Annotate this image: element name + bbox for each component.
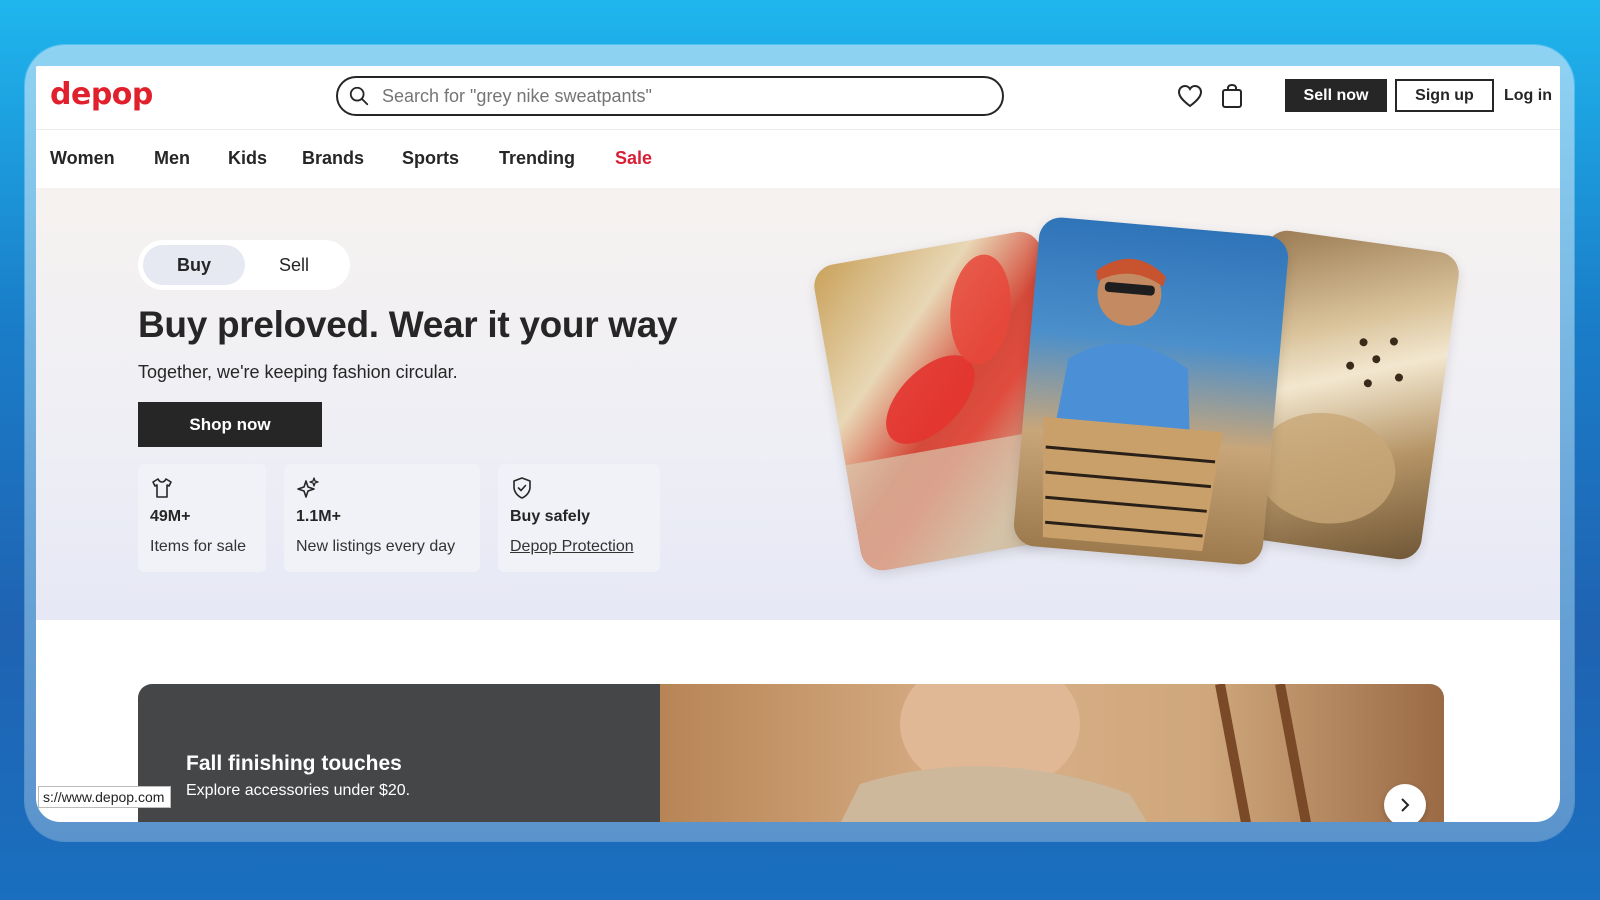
sign-up-button[interactable]: Sign up: [1395, 79, 1494, 112]
stat-card-protection: Buy safely Depop Protection: [498, 464, 660, 572]
carousel-next-button[interactable]: [1384, 784, 1426, 822]
stat-protection-value: Buy safely: [510, 508, 591, 525]
nav-item-women[interactable]: Women: [50, 148, 115, 169]
stat-card-items: 49M+ Items for sale: [138, 464, 266, 572]
nav-item-trending[interactable]: Trending: [499, 148, 575, 169]
stat-listings-value: 1.1M+: [296, 508, 341, 525]
stat-items-value: 49M+: [150, 508, 191, 525]
nav-item-brands[interactable]: Brands: [302, 148, 364, 169]
hero-image-collage: [810, 215, 1466, 598]
heart-icon[interactable]: [1176, 82, 1204, 110]
search-input[interactable]: [382, 85, 942, 107]
hero-section: Buy Sell Buy preloved. Wear it your way …: [36, 188, 1560, 620]
promo-banner-title: Fall finishing touches: [186, 752, 402, 775]
bag-icon[interactable]: [1218, 82, 1246, 110]
stat-card-listings: 1.1M+ New listings every day: [284, 464, 480, 572]
search-bar[interactable]: [336, 76, 1004, 116]
depop-protection-link[interactable]: Depop Protection: [510, 538, 634, 556]
sparkle-icon: [297, 477, 319, 498]
nav-item-men[interactable]: Men: [154, 148, 190, 169]
buy-sell-toggle: Buy Sell: [138, 240, 350, 290]
stat-listings-label: New listings every day: [296, 538, 456, 555]
nav-item-sale[interactable]: Sale: [615, 148, 652, 169]
woman-sweater-illustration: [841, 684, 1311, 822]
category-nav: Women Men Kids Brands Sports Trending Sa…: [36, 130, 1560, 188]
toggle-sell[interactable]: Sell: [243, 245, 345, 285]
woman-illustration: [1042, 258, 1223, 552]
hero-subline: Together, we're keeping fashion circular…: [138, 362, 458, 382]
stat-items-label: Items for sale: [150, 538, 247, 555]
toggle-buy[interactable]: Buy: [143, 245, 245, 285]
log-in-link[interactable]: Log in: [1504, 79, 1552, 112]
shield-check-icon: [513, 477, 531, 499]
nav-item-kids[interactable]: Kids: [228, 148, 267, 169]
depop-logo[interactable]: depop: [50, 77, 153, 112]
promo-banner[interactable]: Fall finishing touches Explore accessori…: [138, 684, 1444, 822]
hero-headline: Buy preloved. Wear it your way: [138, 304, 678, 345]
tshirt-icon: [152, 478, 172, 498]
site-header: depop Sell now Sign up Log in: [36, 66, 1560, 130]
promo-banner-photo: [660, 684, 1444, 822]
depop-homepage: depop Sell now Sign up Log in Women Men …: [36, 66, 1560, 822]
woman-with-bag-photo: [1012, 215, 1290, 567]
nav-item-sports[interactable]: Sports: [402, 148, 459, 169]
chevron-right-icon: [1401, 798, 1410, 812]
promo-banner-subtitle: Explore accessories under $20.: [186, 782, 411, 799]
status-bar-url: s://www.depop.com: [38, 786, 172, 808]
search-icon: [349, 86, 369, 106]
shop-now-button[interactable]: Shop now: [138, 402, 322, 447]
sell-now-button[interactable]: Sell now: [1285, 79, 1387, 112]
promo-banner-text-panel: Fall finishing touches Explore accessori…: [138, 684, 660, 822]
